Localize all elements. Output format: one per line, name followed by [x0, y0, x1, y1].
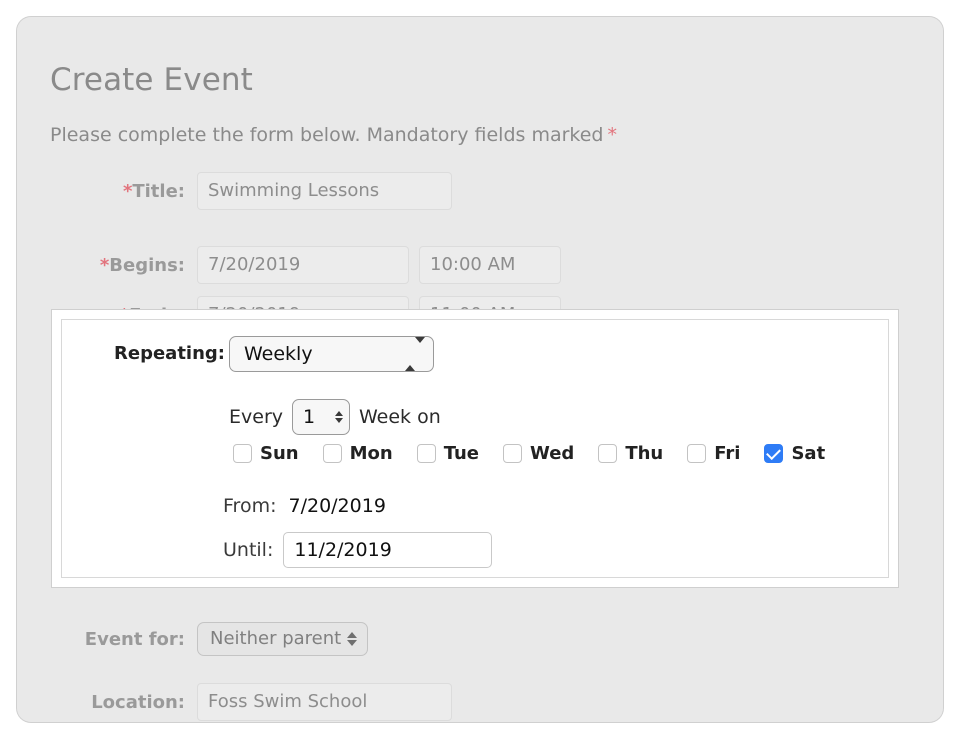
location-input[interactable]: Foss Swim School: [197, 683, 452, 721]
weekday-label: Thu: [625, 443, 664, 464]
weekday-item-wed[interactable]: Wed: [503, 443, 574, 464]
weekday-label: Sat: [791, 443, 826, 464]
until-label: Until:: [223, 539, 274, 561]
weekday-item-thu[interactable]: Thu: [598, 443, 663, 464]
weekday-label: Tue: [443, 443, 480, 464]
weekday-item-tue[interactable]: Tue: [416, 443, 480, 464]
event-for-label: Event for:: [84, 628, 185, 650]
weekday-checkbox-tue[interactable]: [416, 444, 436, 463]
repeat-interval-stepper[interactable]: 1: [292, 399, 350, 435]
weekday-label: Fri: [714, 443, 741, 464]
from-label: From:: [223, 495, 277, 517]
begins-required-star: *: [99, 254, 110, 276]
location-label: Location:: [91, 691, 185, 713]
weekday-label: Mon: [349, 443, 393, 464]
repeating-label: Repeating:: [114, 343, 225, 364]
weekday-item-fri[interactable]: Fri: [687, 443, 740, 464]
begins-date-input[interactable]: 7/20/2019: [197, 246, 409, 284]
weekday-item-mon[interactable]: Mon: [322, 443, 393, 464]
repeating-frequency-select[interactable]: Weekly: [229, 336, 434, 372]
weekday-checkbox-mon[interactable]: [322, 444, 342, 463]
begins-label: *Begins:: [17, 255, 197, 276]
repeating-highlight-panel: Repeating: Weekly Every 1 Week on Sun Mon…: [52, 310, 898, 587]
weekday-checkbox-sun[interactable]: [233, 444, 252, 463]
form-row-location: Location: Foss Swim School: [17, 683, 452, 721]
weekday-checkbox-group: Sun Mon Tue Wed Thu Fri Sat: [233, 443, 825, 464]
repeating-panel-inner: Repeating: Weekly Every 1 Week on Sun Mon…: [61, 319, 889, 578]
page-subtitle: Please complete the form below. Mandator…: [50, 124, 617, 146]
check-icon: [766, 444, 782, 460]
weekday-item-sun[interactable]: Sun: [233, 443, 299, 464]
required-marker-icon: *: [607, 124, 618, 146]
event-for-select[interactable]: Neither parent: [197, 622, 369, 656]
title-label-text: Title:: [132, 180, 185, 202]
page-title: Create Event: [50, 62, 253, 98]
from-value: 7/20/2019: [288, 495, 386, 517]
stepper-arrows-icon: [335, 411, 343, 423]
every-prefix-label: Every: [229, 406, 283, 428]
form-row-begins: *Begins: 7/20/2019 10:00 AM: [17, 246, 561, 284]
begins-label-text: Begins:: [109, 254, 185, 276]
page-subtitle-text: Please complete the form below. Mandator…: [50, 124, 604, 146]
begins-time-input[interactable]: 10:00 AM: [419, 246, 561, 284]
stepper-arrows-icon: [347, 632, 358, 646]
event-for-select-value: Neither parent: [210, 628, 342, 649]
repeat-from-row: From: 7/20/2019: [223, 495, 386, 517]
title-label: *Title:: [17, 181, 197, 202]
form-row-event-for: Event for: Neither parent: [17, 620, 369, 658]
weekday-checkbox-wed[interactable]: [503, 444, 523, 463]
until-date-input[interactable]: 11/2/2019: [283, 532, 493, 568]
every-suffix-label: Week on: [359, 406, 441, 428]
title-required-star: *: [122, 180, 133, 202]
weekday-checkbox-thu[interactable]: [598, 444, 618, 463]
repeat-interval-row: Every 1 Week on: [229, 399, 441, 435]
weekday-item-sat[interactable]: Sat: [764, 443, 825, 464]
form-row-title: *Title: Swimming Lessons: [17, 172, 452, 210]
weekday-checkbox-sat[interactable]: [764, 444, 784, 463]
repeat-interval-value: 1: [303, 405, 316, 428]
repeating-frequency-value: Weekly: [244, 343, 313, 365]
title-input[interactable]: Swimming Lessons: [197, 172, 452, 210]
repeat-until-row: Until: 11/2/2019: [223, 532, 493, 568]
stepper-arrows-icon: [405, 337, 425, 371]
weekday-checkbox-fri[interactable]: [687, 444, 707, 463]
weekday-label: Sun: [260, 443, 299, 464]
weekday-label: Wed: [530, 443, 575, 464]
